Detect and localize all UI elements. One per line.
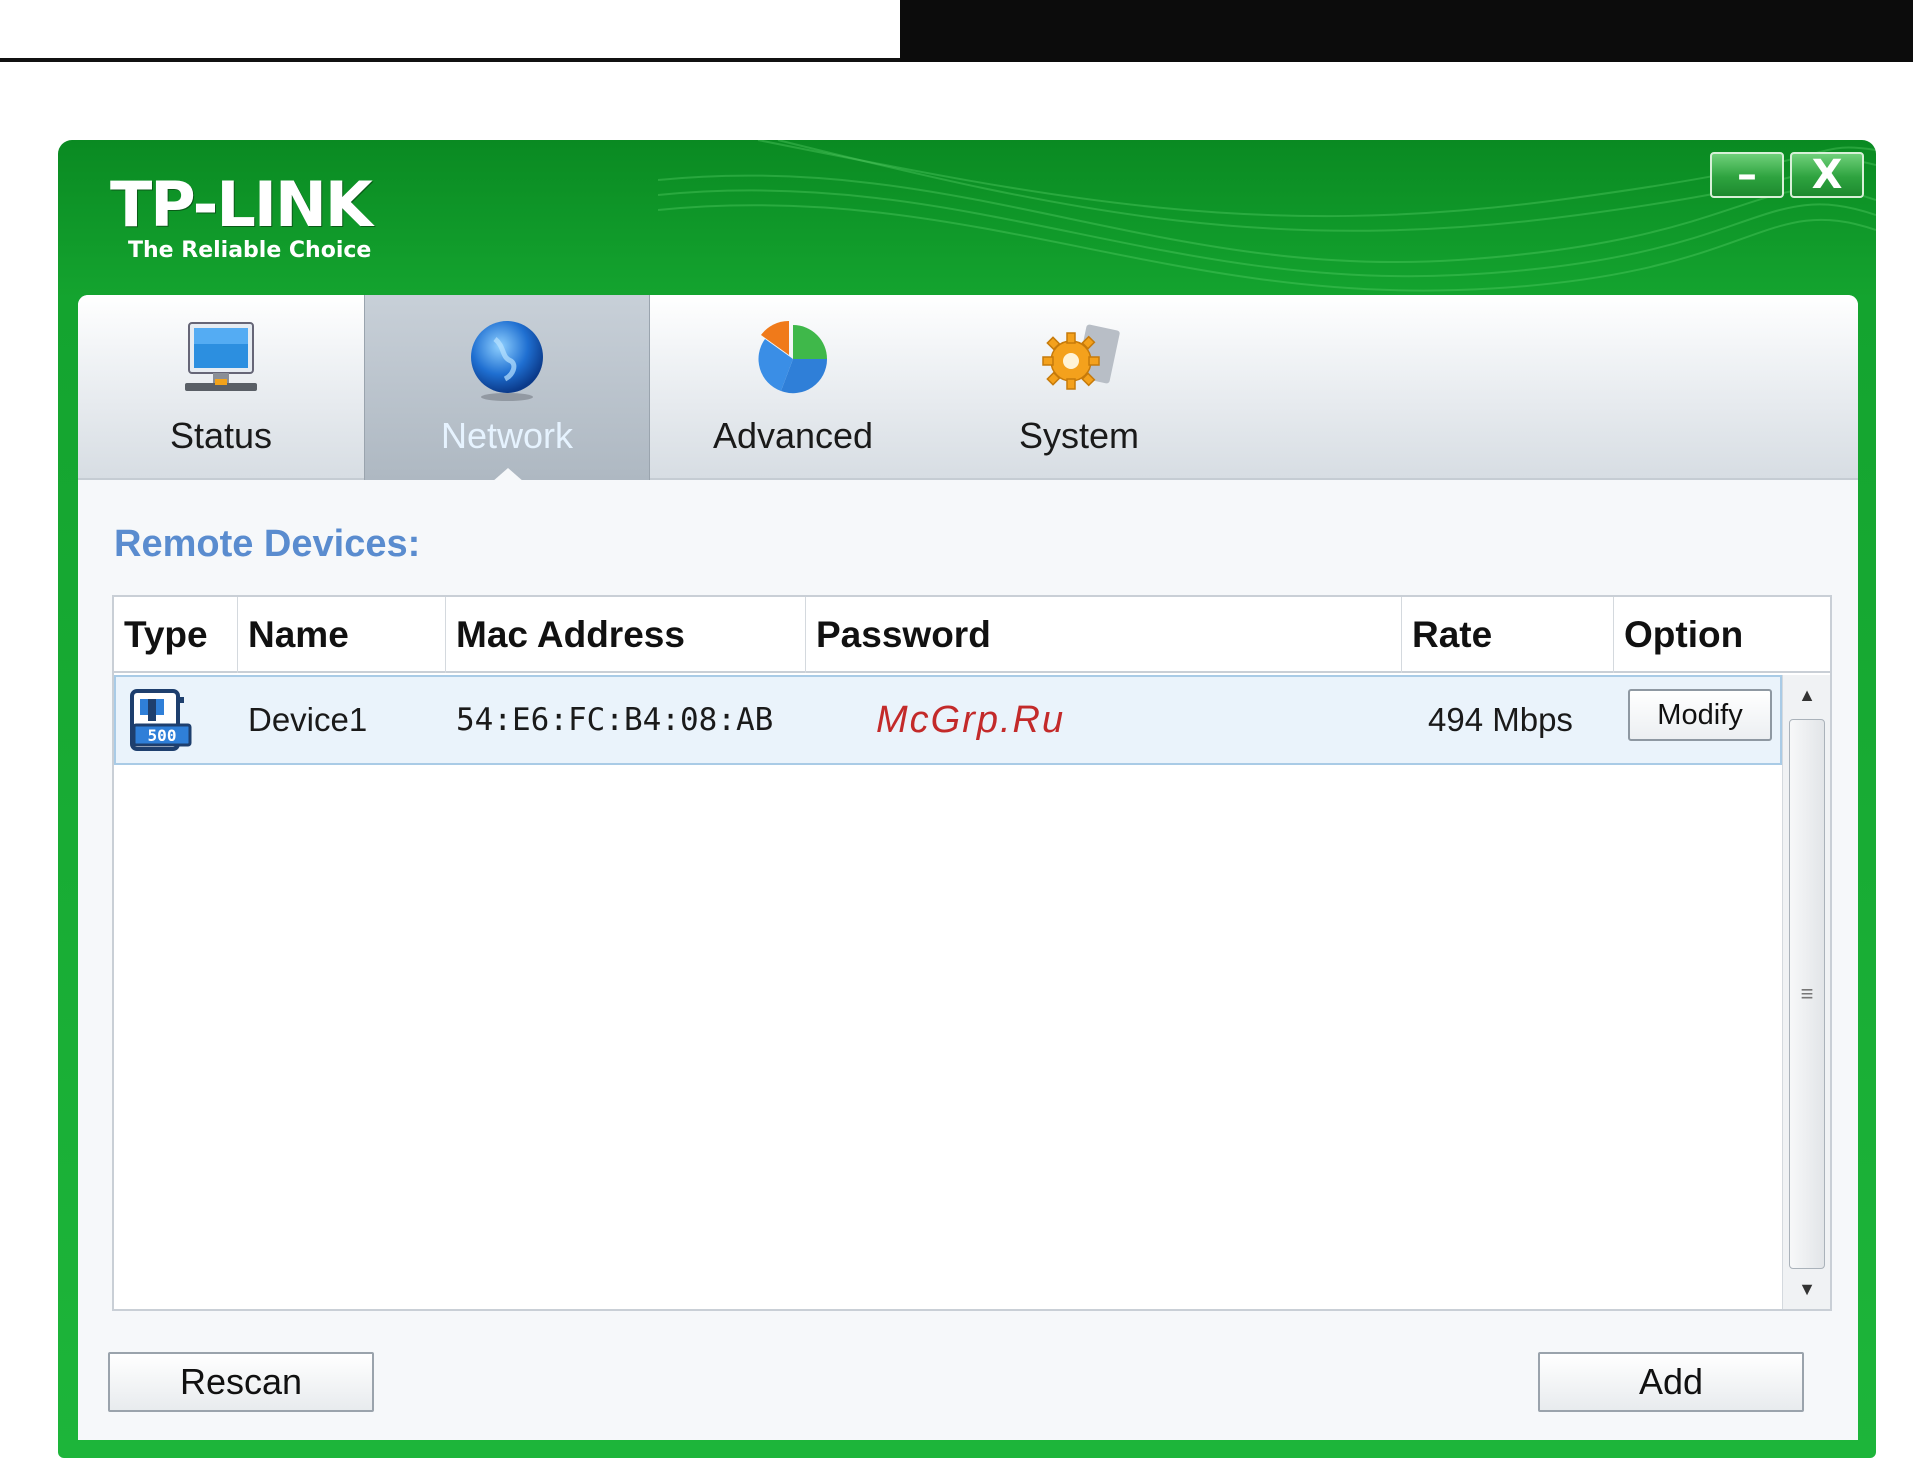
powerline-adapter-icon: 500 [130,689,192,751]
page-header-bar [900,0,1913,62]
scroll-up-icon[interactable]: ▲ [1783,675,1831,715]
monitor-icon [185,322,257,391]
col-password[interactable]: Password [806,597,1402,673]
minimize-button[interactable]: – [1710,152,1784,198]
col-mac-address[interactable]: Mac Address [446,597,806,673]
gear-icon [1042,324,1120,390]
close-button[interactable]: X [1790,152,1864,198]
brand-tagline: The Reliable Choice [128,238,372,263]
col-type[interactable]: Type [114,597,238,673]
scroll-down-icon[interactable]: ▼ [1783,1269,1831,1309]
tp-link-logo: TP-LINK The Reliable Choice [110,168,373,264]
tab-advanced[interactable]: Advanced [650,295,936,480]
section-title: Remote Devices: [114,523,421,565]
watermark-text: McGrp.Ru [876,699,1066,741]
background-waves [658,140,1876,292]
rescan-button[interactable]: Rescan [108,1352,374,1412]
row-name: Device1 [248,701,368,738]
vertical-scrollbar[interactable]: ▲ ≡ ▼ [1782,675,1830,1309]
col-rate[interactable]: Rate [1402,597,1614,673]
tab-bar: Status Network Advanced System [78,295,1858,482]
table-header: Type Name Mac Address Password Rate Opti… [114,597,1830,673]
main-panel: Status Network Advanced System Remote De… [78,295,1858,1440]
window-controls: – X [1710,152,1864,198]
tab-system[interactable]: System [936,295,1222,480]
row-rate: 494 Mbps [1428,701,1573,738]
row-mac-address: 54:E6:FC:B4:08:AB [456,702,774,738]
tab-advanced-label: Advanced [712,415,874,456]
tab-status-label: Status [169,415,273,456]
app-window: TP-LINK The Reliable Choice – X Status N… [58,140,1876,1458]
globe-icon [471,321,543,401]
row-type: 500 [124,677,204,763]
remote-devices-table: Type Name Mac Address Password Rate Opti… [112,595,1832,1311]
pie-chart-icon [758,320,828,394]
svg-text:500: 500 [148,726,177,745]
brand-name: TP-LINK [110,168,373,241]
close-icon: X [1811,152,1843,198]
col-name[interactable]: Name [238,597,446,673]
scroll-thumb[interactable]: ≡ [1789,719,1825,1269]
tab-status[interactable]: Status [78,295,364,480]
tab-system-label: System [1018,415,1140,456]
table-row[interactable]: 500 Device1 54:E6:FC:B4:08:AB 494 Mbps M… [114,675,1782,765]
tab-network[interactable]: Network [364,295,650,482]
minimize-icon: – [1737,152,1757,198]
col-option[interactable]: Option [1614,597,1830,673]
add-button[interactable]: Add [1538,1352,1804,1412]
tab-network-label: Network [440,415,574,456]
modify-button[interactable]: Modify [1628,689,1772,741]
page-rule [0,58,900,62]
